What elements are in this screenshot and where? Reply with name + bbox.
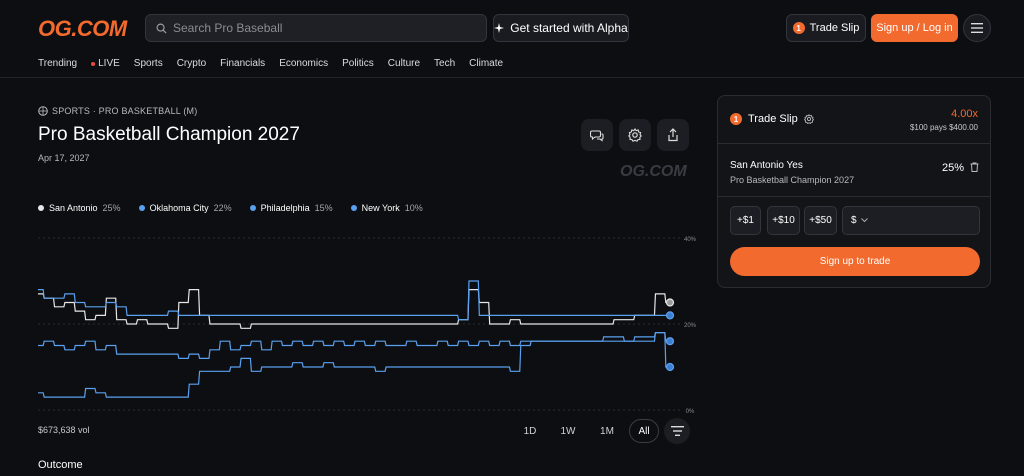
nav-item-live[interactable]: LIVE bbox=[91, 58, 120, 69]
breadcrumb: SPORTS · PRO BASKETBALL (M) bbox=[38, 106, 197, 116]
nav-item-live-label: LIVE bbox=[98, 58, 120, 69]
range-all-button[interactable]: All bbox=[629, 419, 659, 443]
nav-item-tech[interactable]: Tech bbox=[434, 58, 455, 69]
nav-item-politics[interactable]: Politics bbox=[342, 58, 374, 69]
share-icon bbox=[668, 128, 678, 142]
range-1w-button[interactable]: 1W bbox=[557, 419, 579, 443]
legend-item[interactable]: San Antonio 25% bbox=[38, 203, 121, 213]
legend-pct: 25% bbox=[102, 203, 121, 213]
menu-button[interactable] bbox=[963, 14, 991, 42]
trade-slip-title: 1 Trade Slip bbox=[730, 113, 814, 125]
nav-item-crypto[interactable]: Crypto bbox=[177, 58, 206, 69]
trade-slip-panel-badge: 1 bbox=[730, 113, 742, 125]
logo[interactable]: OG.COM bbox=[38, 16, 127, 42]
hamburger-icon bbox=[971, 23, 983, 33]
trade-slip-header: 1 Trade Slip 4.00x $100 pays $400.00 bbox=[718, 96, 990, 144]
range-1m-button[interactable]: 1M bbox=[596, 419, 618, 443]
series-line-new-york[interactable] bbox=[38, 332, 670, 398]
trade-slip-button[interactable]: 1 Trade Slip bbox=[786, 14, 866, 42]
selection-market: Pro Basketball Champion 2027 bbox=[730, 175, 855, 185]
legend-pct: 15% bbox=[314, 203, 333, 213]
trade-slip-panel: 1 Trade Slip 4.00x $100 pays $400.00 San… bbox=[717, 95, 991, 288]
chevron-down-icon[interactable] bbox=[860, 218, 868, 223]
nav-item-financials[interactable]: Financials bbox=[220, 58, 265, 69]
price-chart[interactable]: 40% 20% 0% bbox=[38, 230, 698, 415]
comments-button[interactable] bbox=[581, 119, 613, 151]
add-10-button[interactable]: +$10 bbox=[767, 206, 800, 235]
live-dot-icon bbox=[91, 61, 96, 66]
nav-item-culture[interactable]: Culture bbox=[388, 58, 420, 69]
nav-item-economics[interactable]: Economics bbox=[279, 58, 328, 69]
search-icon bbox=[156, 23, 167, 34]
legend-dot bbox=[350, 205, 357, 211]
series-line-oklahoma-city[interactable] bbox=[38, 280, 670, 321]
basketball-icon bbox=[38, 106, 48, 116]
series-line-san-antonio[interactable] bbox=[38, 289, 670, 329]
slip-divider bbox=[718, 196, 990, 197]
search-input[interactable] bbox=[173, 21, 473, 35]
legend-item[interactable]: New York 10% bbox=[350, 203, 423, 213]
legend-name: Philadelphia bbox=[260, 203, 310, 213]
selection-name: San Antonio Yes bbox=[730, 160, 803, 171]
alpha-label: Get started with Alpha bbox=[510, 21, 628, 35]
series-end-point[interactable] bbox=[665, 337, 675, 346]
search-box[interactable] bbox=[145, 14, 487, 42]
sparkle-icon bbox=[494, 23, 505, 33]
legend-name: New York bbox=[361, 203, 400, 213]
get-started-alpha-button[interactable]: Get started with Alpha bbox=[493, 14, 629, 42]
gear-icon bbox=[628, 128, 642, 142]
page-title: Pro Basketball Champion 2027 bbox=[38, 124, 300, 145]
breadcrumb-text[interactable]: SPORTS · PRO BASKETBALL (M) bbox=[52, 106, 197, 116]
series-end-point[interactable] bbox=[665, 362, 675, 372]
y-tick-label: 40% bbox=[684, 237, 697, 243]
market-date: Apr 17, 2027 bbox=[38, 153, 90, 163]
nav-item-climate[interactable]: Climate bbox=[469, 58, 503, 69]
share-button[interactable] bbox=[657, 119, 689, 151]
filter-icon bbox=[670, 426, 684, 436]
payout-multiplier: 4.00x bbox=[951, 108, 978, 120]
comments-icon bbox=[590, 130, 604, 142]
outcome-heading: Outcome bbox=[38, 459, 83, 471]
legend-item[interactable]: Philadelphia 15% bbox=[249, 203, 333, 213]
nav-item-sports[interactable]: Sports bbox=[134, 58, 163, 69]
legend-dot bbox=[138, 205, 145, 211]
chart-watermark: OG.COM bbox=[620, 163, 687, 180]
chart-filter-button[interactable] bbox=[664, 418, 690, 444]
trade-slip-count-badge: 1 bbox=[792, 22, 805, 34]
series-end-point[interactable] bbox=[665, 298, 675, 307]
selection-pct: 25% bbox=[942, 162, 965, 174]
trade-slip-panel-label: Trade Slip bbox=[748, 113, 798, 125]
amount-input[interactable]: $ bbox=[842, 206, 980, 235]
legend-item[interactable]: Oklahoma City 22% bbox=[138, 203, 232, 213]
chart-legend: San Antonio 25% Oklahoma City 22% Philadel… bbox=[38, 203, 423, 213]
legend-name: San Antonio bbox=[49, 203, 98, 213]
series-end-point[interactable] bbox=[665, 311, 675, 320]
range-1d-button[interactable]: 1D bbox=[520, 419, 540, 443]
legend-dot bbox=[249, 205, 256, 211]
trash-icon[interactable] bbox=[970, 162, 979, 172]
legend-dot bbox=[38, 205, 44, 211]
currency-symbol: $ bbox=[851, 215, 857, 226]
y-tick-label: 20% bbox=[684, 323, 697, 329]
trade-slip-label: Trade Slip bbox=[809, 22, 860, 34]
settings-button[interactable] bbox=[619, 119, 651, 151]
settings-icon[interactable] bbox=[803, 114, 814, 124]
sign-up-to-trade-button[interactable]: Sign up to trade bbox=[730, 247, 980, 276]
legend-pct: 22% bbox=[213, 203, 232, 213]
volume-label: $673,638 vol bbox=[38, 425, 90, 435]
add-50-button[interactable]: +$50 bbox=[804, 206, 837, 235]
nav-divider bbox=[0, 77, 1024, 78]
y-tick-label: 0% bbox=[686, 409, 695, 415]
top-bar: OG.COM Get started with Alpha 1 Trade Sl… bbox=[0, 0, 1024, 56]
payout-text: $100 pays $400.00 bbox=[909, 123, 978, 132]
signup-login-button[interactable]: Sign up / Log in bbox=[871, 14, 958, 42]
series-line-philadelphia[interactable] bbox=[38, 332, 670, 359]
category-nav: Trending LIVE Sports Crypto Financials E… bbox=[38, 58, 503, 69]
legend-pct: 10% bbox=[404, 203, 423, 213]
legend-name: Oklahoma City bbox=[149, 203, 209, 213]
nav-item-trending[interactable]: Trending bbox=[38, 58, 77, 69]
add-1-button[interactable]: +$1 bbox=[730, 206, 761, 235]
